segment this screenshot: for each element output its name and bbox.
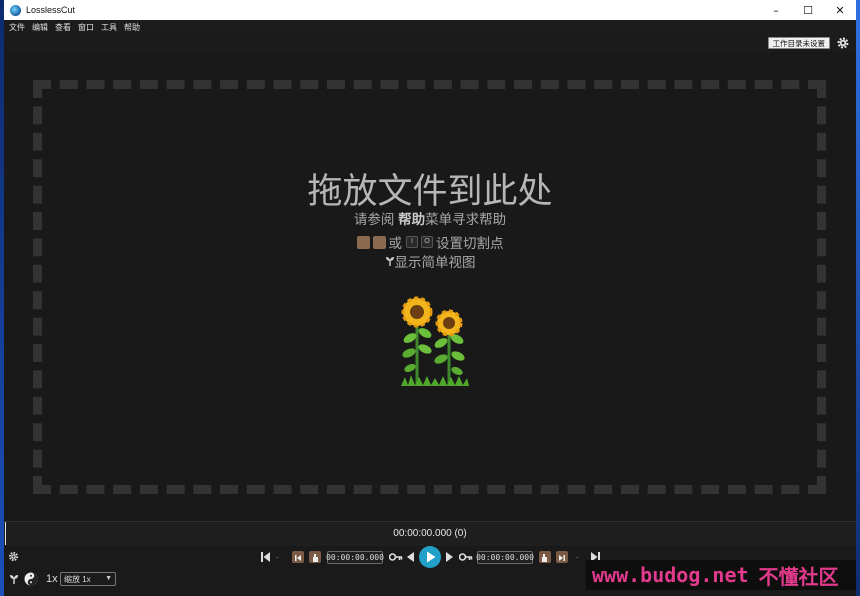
zoom-select[interactable]: 缩放 1x ▼ [60, 572, 116, 586]
cut-or-text: 或 [388, 236, 403, 251]
jump-to-start-icon[interactable] [261, 552, 270, 562]
minimize-button[interactable]: – [760, 0, 792, 20]
close-button[interactable]: ✕ [824, 0, 856, 20]
skip-start-icon [295, 555, 301, 561]
jump-to-cut-start-button[interactable] [292, 551, 304, 563]
separator-dash: - [276, 552, 279, 562]
settings-icon[interactable] [8, 551, 19, 562]
set-cut-start-button[interactable] [309, 551, 321, 563]
simple-view-hint[interactable]: 显示简单视图 [4, 251, 856, 271]
key-i-hint: I [406, 236, 418, 248]
cut-end-hint-icon [372, 235, 386, 249]
cut-start-hint-icon [356, 235, 370, 249]
skip-end-icon [559, 555, 565, 561]
playback-speed[interactable]: 1x [46, 573, 58, 585]
drop-zone[interactable] [33, 80, 826, 494]
help-hint-link: 帮助 [398, 212, 426, 227]
cut-start-time-input[interactable]: 00:00:00.000 [326, 551, 384, 564]
set-cut-end-button[interactable] [539, 551, 551, 563]
zoom-select-value: 缩放 1x [64, 574, 91, 584]
window-controls: – ☐ ✕ [760, 0, 856, 20]
simple-view-label: 显示简单视图 [394, 255, 476, 270]
menu-window[interactable]: 窗口 [78, 22, 94, 33]
menu-file[interactable]: 文件 [9, 22, 25, 33]
play-icon [427, 551, 436, 563]
app-logo-icon [10, 4, 21, 16]
settings-gear-icon[interactable] [836, 36, 850, 50]
cut-point-hint: 或 I O 设置切割点 [4, 232, 856, 252]
top-bar [4, 34, 856, 52]
site-watermark: www.budog.net 不懂社区 [586, 560, 856, 590]
menu-tools[interactable]: 工具 [101, 22, 117, 33]
cut-suffix-text: 设置切割点 [436, 236, 504, 251]
sunflowers-icon [401, 296, 469, 386]
keyframe-key-icon[interactable] [459, 552, 473, 562]
hand-pointer-icon [542, 554, 547, 562]
title-bar: LosslessCut – ☐ ✕ [4, 0, 856, 20]
maximize-button[interactable]: ☐ [792, 0, 824, 20]
hand-pointer-icon [313, 554, 318, 562]
help-hint-prefix: 请参阅 [353, 212, 395, 227]
working-directory-button[interactable]: 工作目录未设置 [767, 37, 830, 49]
current-time-label: 00:00:00.000 (0) [393, 528, 467, 539]
watermark-name: 不懂社区 [758, 564, 839, 589]
simple-mode-icon[interactable] [9, 573, 19, 585]
watermark-url: www.budog.net [592, 563, 749, 587]
keyframe-key-icon[interactable] [389, 552, 403, 562]
menu-bar: 文件 编辑 查看 窗口 工具 帮助 [4, 20, 856, 34]
app-window: LosslessCut – ☐ ✕ 文件 编辑 查看 窗口 工具 帮助 工作目录… [4, 0, 856, 596]
help-hint-suffix: 菜单寻求帮助 [425, 212, 507, 227]
yin-yang-icon[interactable] [24, 572, 38, 586]
step-back-icon[interactable] [407, 552, 414, 562]
step-forward-icon[interactable] [446, 552, 453, 562]
key-o-hint: O [421, 236, 433, 248]
window-title: LosslessCut [26, 5, 76, 15]
chevron-down-icon: ▼ [105, 575, 112, 582]
jump-to-cut-end-button[interactable] [556, 551, 568, 563]
cut-end-time-input[interactable]: 00:00:00.000 [476, 551, 534, 564]
separator-dash: - [576, 552, 579, 562]
menu-view[interactable]: 查看 [55, 22, 71, 33]
drop-title: 拖放文件到此处 [307, 172, 553, 211]
menu-help[interactable]: 帮助 [124, 22, 140, 33]
help-hint: 请参阅 帮助菜单寻求帮助 [4, 208, 856, 228]
seedling-icon [385, 257, 394, 266]
play-button[interactable] [419, 546, 441, 568]
menu-edit[interactable]: 编辑 [32, 22, 48, 33]
